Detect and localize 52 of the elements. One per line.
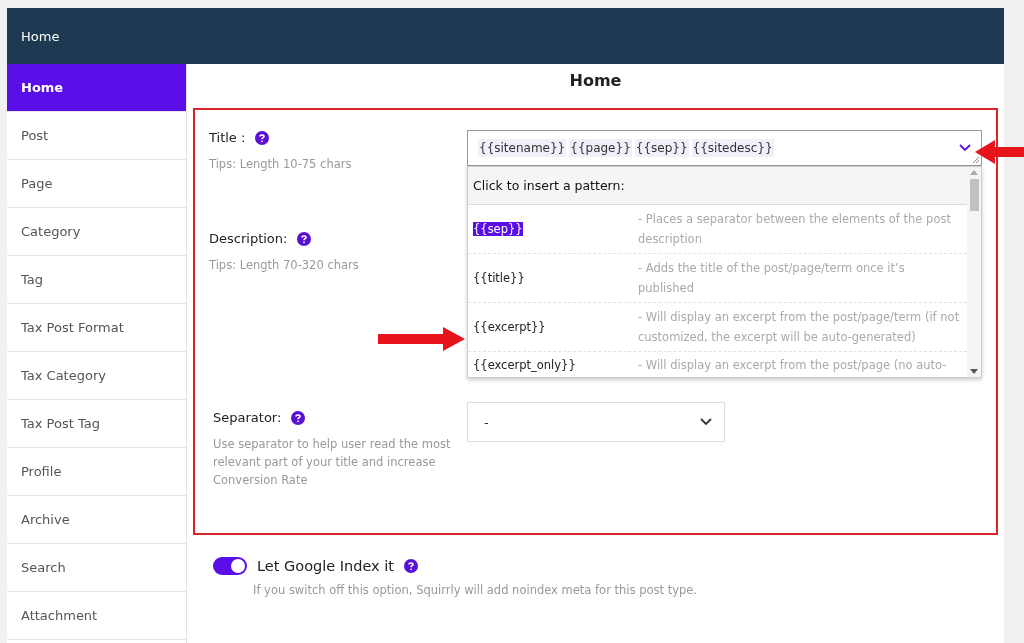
page-title: Home <box>568 70 623 92</box>
pattern-token: {{page}} <box>569 139 632 157</box>
pattern-token: {{excerpt}} <box>473 320 546 334</box>
pattern-token: {{sep}} <box>473 222 523 236</box>
pattern-token: {{title}} <box>473 271 525 285</box>
title-pattern-field[interactable]: {{sitename}} {{page}} {{sep}} {{sitedesc}} <box>467 130 982 166</box>
sidebar-item[interactable]: Category <box>7 208 186 256</box>
sidebar-item[interactable]: Profile <box>7 448 186 496</box>
resize-grip-icon[interactable] <box>972 156 980 164</box>
scrollbar[interactable] <box>967 167 981 377</box>
sidebar-item[interactable]: Tax Post Tag <box>7 400 186 448</box>
field-tip: Use separator to help user read the most relevant part of your title and increase Conversion Rate <box>213 436 452 489</box>
toggle-label: Let Google Index it <box>257 558 395 574</box>
pattern-option[interactable]: {{sep}} - Places a separator between the elements of the post description <box>468 205 967 254</box>
help-icon[interactable] <box>255 130 270 145</box>
sidebar-item[interactable]: Tax Category <box>7 352 186 400</box>
scrollbar-thumb[interactable] <box>969 179 979 211</box>
field-label: Separator: <box>213 410 282 425</box>
pattern-description: - Will display an excerpt from the post/page (no auto- <box>638 357 948 374</box>
arrow-icon <box>378 327 465 351</box>
sidebar-item[interactable]: Home <box>7 64 186 112</box>
separator-select[interactable]: - <box>467 402 725 442</box>
arrow-icon <box>975 140 1024 164</box>
sidebar-item[interactable]: Post <box>7 112 186 160</box>
toggle-switch[interactable] <box>213 557 247 575</box>
header-title: Home <box>21 28 60 44</box>
sidebar-item[interactable]: Tag <box>7 256 186 304</box>
pattern-token: {{sitename}} <box>478 139 567 157</box>
field-label: Title : <box>209 130 246 145</box>
pattern-token: {{sitedesc}} <box>691 139 774 157</box>
field-tip: Tips: Length 70-320 chars <box>209 257 360 274</box>
sidebar-item[interactable]: Search <box>7 544 186 592</box>
sidebar-item[interactable]: Page <box>7 160 186 208</box>
sidebar-item[interactable]: Attachment <box>7 592 186 640</box>
field-tip: Tips: Length 10-75 chars <box>209 156 353 173</box>
pattern-description: - Places a separator between the elements of the post description <box>638 211 952 248</box>
sidebar-item[interactable]: Archive <box>7 496 186 544</box>
scroll-down-icon[interactable] <box>970 369 978 374</box>
chevron-down-icon[interactable] <box>959 144 971 152</box>
help-icon[interactable] <box>404 559 419 573</box>
pattern-token: {{sep}} <box>634 139 689 157</box>
help-icon[interactable] <box>297 231 312 246</box>
pattern-option[interactable]: {{excerpt_only}} - Will display an excerpt from the post/page (no auto- <box>468 352 967 377</box>
pattern-description: - Adds the title of the post/page/term once it’s published <box>638 260 906 297</box>
field-label: Description: <box>209 231 288 246</box>
sidebar-item[interactable]: Tax Post Format <box>7 304 186 352</box>
dropdown-heading: Click to insert a pattern: <box>468 167 967 205</box>
pattern-token: {{excerpt_only}} <box>473 358 576 372</box>
chevron-down-icon[interactable] <box>700 418 712 426</box>
toggle-hint: If you switch off this option, Squirrly will add noindex meta for this post type. <box>253 583 698 597</box>
pattern-description: - Will display an excerpt from the post/page/term (if not customized, the excerpt will be auto-generated) <box>638 309 961 346</box>
help-icon[interactable] <box>291 410 306 425</box>
